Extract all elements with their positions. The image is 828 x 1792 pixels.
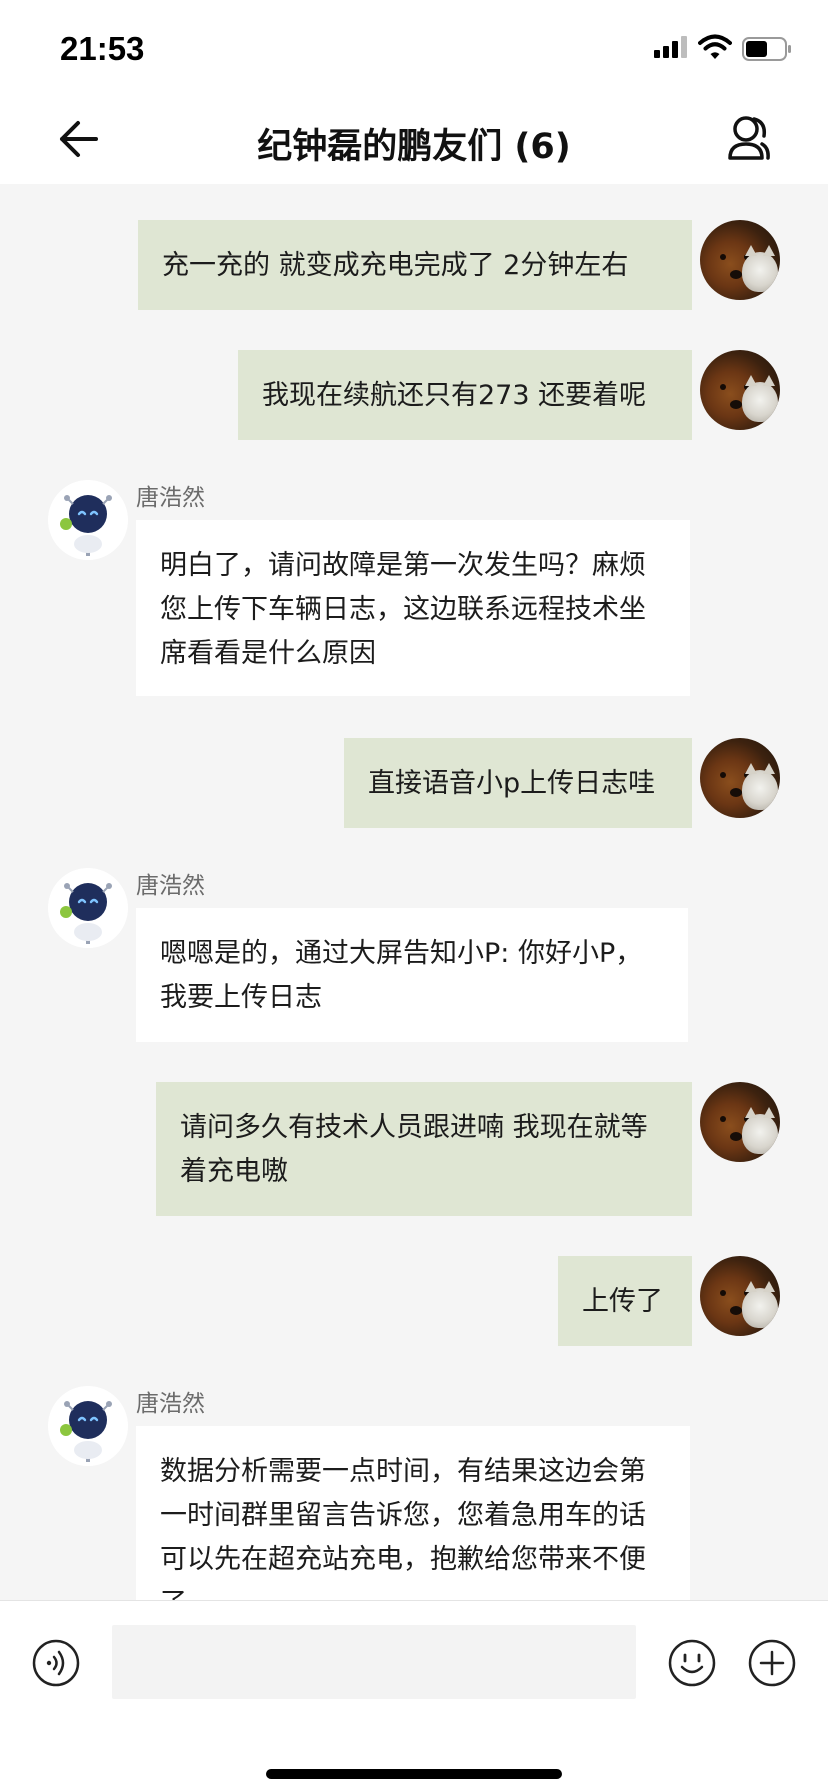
user-avatar[interactable]: [700, 1082, 780, 1162]
robot-avatar[interactable]: [48, 868, 128, 948]
battery-icon: [742, 37, 791, 61]
plus-icon[interactable]: [748, 1639, 796, 1687]
chat-list[interactable]: 充一充的 就变成充电完成了 2分钟左右 我现在续航还只有273 还要着呢 唐浩然…: [0, 184, 828, 1600]
voice-icon[interactable]: [32, 1639, 80, 1687]
incoming-message[interactable]: 明白了，请问故障是第一次发生吗？麻烦您上传下车辆日志，这边联系远程技术坐席看看是…: [136, 520, 690, 696]
incoming-message[interactable]: 嗯嗯是的，通过大屏告知小P: 你好小P，我要上传日志: [136, 908, 688, 1042]
sender-name: 唐浩然: [136, 1391, 205, 1417]
outgoing-message[interactable]: 直接语音小p上传日志哇: [344, 738, 692, 828]
sender-name: 唐浩然: [136, 485, 205, 511]
incoming-message[interactable]: 数据分析需要一点时间，有结果这边会第一时间群里留言告诉您，您着急用车的话可以先在…: [136, 1426, 690, 1600]
user-avatar[interactable]: [700, 220, 780, 300]
status-time: 21:53: [60, 30, 145, 67]
sender-name: 唐浩然: [136, 873, 205, 899]
robot-avatar[interactable]: [48, 480, 128, 560]
wifi-icon: [698, 34, 732, 59]
user-avatar[interactable]: [700, 350, 780, 430]
home-indicator: [266, 1769, 562, 1779]
page-title: 纪钟磊的鹏友们 (6): [257, 127, 571, 167]
outgoing-message[interactable]: 上传了: [558, 1256, 692, 1346]
message-input[interactable]: [112, 1625, 636, 1699]
nav-bar: 纪钟磊的鹏友们 (6): [0, 94, 828, 184]
outgoing-message[interactable]: 请问多久有技术人员跟进喃 我现在就等着充电嗷: [156, 1082, 692, 1216]
outgoing-message[interactable]: 充一充的 就变成充电完成了 2分钟左右: [138, 220, 692, 310]
user-avatar[interactable]: [700, 738, 780, 818]
group-members-icon[interactable]: [724, 114, 770, 162]
status-bar: 21:53: [0, 0, 828, 94]
user-avatar[interactable]: [700, 1256, 780, 1336]
input-bar: [0, 1600, 828, 1792]
signal-icon: [654, 36, 690, 58]
robot-avatar[interactable]: [48, 1386, 128, 1466]
outgoing-message[interactable]: 我现在续航还只有273 还要着呢: [238, 350, 692, 440]
emoji-icon[interactable]: [668, 1639, 716, 1687]
